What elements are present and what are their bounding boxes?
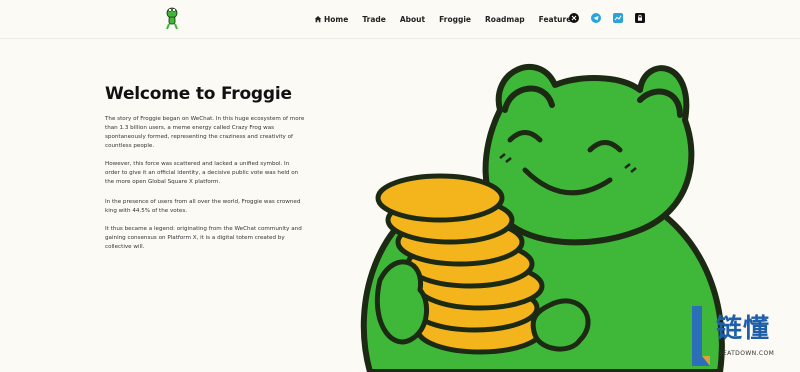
story-paragraph: The story of Froggie began on WeChat. In… bbox=[105, 116, 305, 149]
top-navbar: Home Trade About Froggie Roadmap Feature bbox=[0, 0, 800, 39]
lock-icon bbox=[635, 13, 645, 23]
lock-link[interactable] bbox=[635, 13, 645, 23]
nav-roadmap[interactable]: Roadmap bbox=[485, 15, 525, 24]
x-icon bbox=[569, 13, 579, 23]
home-icon bbox=[314, 15, 322, 23]
story-paragraph: In the presence of users from all over t… bbox=[105, 199, 301, 214]
social-links bbox=[569, 13, 657, 23]
nav-home-label: Home bbox=[324, 14, 349, 24]
main-nav: Home Trade About Froggie Roadmap Feature bbox=[314, 12, 585, 26]
neatdown-logo-icon bbox=[692, 306, 710, 366]
nav-about[interactable]: About bbox=[400, 15, 425, 24]
page-title: Welcome to Froggie bbox=[105, 84, 292, 104]
x-link[interactable] bbox=[569, 13, 579, 23]
nav-froggie[interactable]: Froggie bbox=[439, 15, 471, 24]
watermark-cn: 链懂 bbox=[716, 314, 771, 344]
story-paragraph: It thus became a legend: originating fro… bbox=[105, 226, 302, 250]
nav-feature[interactable]: Feature bbox=[539, 15, 572, 24]
story-paragraph: However, this force was scattered and la… bbox=[105, 161, 299, 185]
chart-icon bbox=[613, 13, 623, 23]
watermark: 链懂 NEATDOWN.COM bbox=[684, 300, 800, 372]
telegram-link[interactable] bbox=[591, 13, 601, 23]
nav-home[interactable]: Home bbox=[314, 15, 348, 24]
nav-trade[interactable]: Trade bbox=[362, 15, 386, 24]
chart-link[interactable] bbox=[613, 13, 623, 23]
froggie-logo-icon[interactable] bbox=[164, 6, 180, 30]
telegram-icon bbox=[591, 13, 601, 23]
watermark-en: NEATDOWN.COM bbox=[718, 350, 775, 357]
